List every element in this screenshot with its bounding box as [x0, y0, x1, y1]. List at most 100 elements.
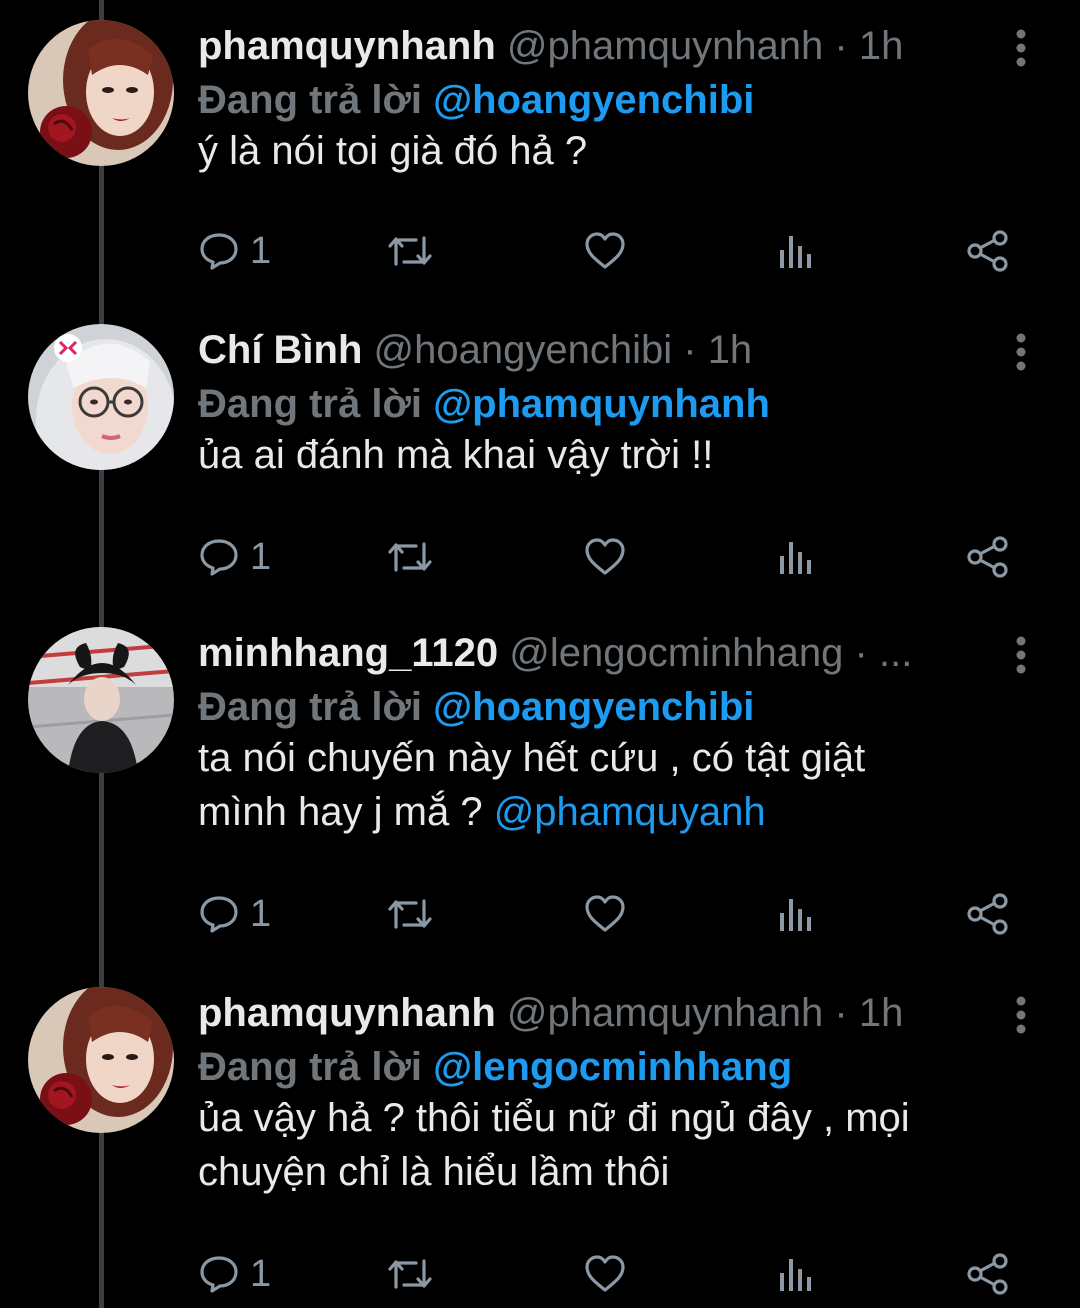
- avatar[interactable]: [28, 987, 174, 1133]
- tweet-header: phamquynhanh @phamquynhanh · 1h: [198, 989, 970, 1037]
- share-icon: [967, 536, 1008, 578]
- reply-icon: [200, 1256, 238, 1293]
- retweet-icon: [388, 542, 432, 572]
- share-button[interactable]: [966, 532, 1010, 582]
- views-icon: [780, 899, 811, 931]
- replying-to-link[interactable]: @hoangyenchibi: [433, 685, 754, 729]
- tweet-text-line: ta nói chuyến này hết cứu , có tật giật: [198, 736, 866, 780]
- replying-to: Đang trả lời @hoangyenchibi: [198, 683, 754, 731]
- views-icon: [780, 542, 811, 574]
- reply-count: 1: [250, 892, 272, 935]
- heart-icon: [585, 232, 625, 269]
- views-button[interactable]: [776, 1249, 816, 1299]
- tweet-header: minhhang_1120 @lengocminhhang · ...: [198, 629, 970, 677]
- like-button[interactable]: [583, 889, 627, 939]
- display-name[interactable]: phamquynhanh: [198, 991, 496, 1035]
- tweet[interactable]: Chí Bình @hoangyenchibi · 1h Đang trả lờ…: [0, 304, 1080, 604]
- avatar[interactable]: [28, 627, 174, 773]
- share-button[interactable]: [966, 889, 1010, 939]
- retweet-icon: [388, 236, 432, 266]
- share-icon: [967, 893, 1008, 935]
- views-button[interactable]: [776, 889, 816, 939]
- share-button[interactable]: [966, 1249, 1010, 1299]
- reply-icon: [200, 896, 238, 933]
- replying-to-link[interactable]: @hoangyenchibi: [433, 78, 754, 122]
- separator-dot: ·: [823, 24, 859, 68]
- replying-to-label: Đang trả lời: [198, 1045, 434, 1089]
- avatar[interactable]: [28, 20, 174, 166]
- reply-count: 1: [250, 229, 272, 272]
- retweet-button[interactable]: [386, 1249, 434, 1299]
- more-icon[interactable]: [1006, 635, 1036, 675]
- share-icon: [967, 230, 1008, 272]
- tweet-text: ủa vậy hả ? thôi tiểu nữ đi ngủ đây , mọ…: [198, 1091, 1000, 1199]
- tweet-text: ta nói chuyến này hết cứu , có tật giật …: [198, 731, 1000, 839]
- retweet-icon: [388, 1259, 432, 1289]
- action-bar: 1: [198, 226, 1018, 276]
- separator-dot: ·: [672, 328, 708, 372]
- retweet-button[interactable]: [386, 226, 434, 276]
- heart-icon: [585, 895, 625, 932]
- replying-to-label: Đang trả lời: [198, 382, 434, 426]
- reply-button[interactable]: 1: [198, 889, 271, 939]
- user-handle[interactable]: @hoangyenchibi: [374, 328, 673, 372]
- action-bar: 1: [198, 889, 1018, 939]
- tweet-text-segment: mình hay j mắ ?: [198, 790, 494, 834]
- reply-icon: [200, 539, 238, 576]
- timestamp[interactable]: 1h: [708, 328, 753, 372]
- tweet-text-line: ủa ai đánh mà khai vậy trời !!: [198, 433, 714, 477]
- replying-to-label: Đang trả lời: [198, 685, 434, 729]
- mention-link[interactable]: @phamquyanh: [494, 790, 766, 834]
- replying-to-link[interactable]: @lengocminhhang: [433, 1045, 792, 1089]
- more-icon[interactable]: [1006, 332, 1036, 372]
- heart-icon: [585, 1255, 625, 1292]
- like-button[interactable]: [583, 226, 627, 276]
- avatar[interactable]: [28, 324, 174, 470]
- views-button[interactable]: [776, 532, 816, 582]
- display-name[interactable]: minhhang_1120: [198, 631, 498, 675]
- tweet-text-line: ý là nói toi già đó hả ?: [198, 129, 588, 173]
- tweet-text: ý là nói toi già đó hả ?: [198, 124, 1000, 178]
- user-handle[interactable]: @lengocminhhang: [509, 631, 843, 675]
- tweet[interactable]: phamquynhanh @phamquynhanh · 1h Đang trả…: [0, 967, 1080, 1308]
- tweet-header: Chí Bình @hoangyenchibi · 1h: [198, 326, 970, 374]
- reply-button[interactable]: 1: [198, 1249, 271, 1299]
- share-button[interactable]: [966, 226, 1010, 276]
- share-icon: [967, 1253, 1008, 1295]
- replying-to: Đang trả lời @phamquynhanh: [198, 380, 770, 428]
- action-bar: 1: [198, 1249, 1018, 1299]
- user-handle[interactable]: @phamquynhanh: [507, 24, 823, 68]
- tweet-text-line: ủa vậy hả ? thôi tiểu nữ đi ngủ đây , mọ…: [198, 1096, 910, 1140]
- replying-to: Đang trả lời @lengocminhhang: [198, 1043, 792, 1091]
- views-icon: [780, 236, 811, 268]
- tweet[interactable]: phamquynhanh @phamquynhanh · 1h Đang trả…: [0, 0, 1080, 300]
- retweet-button[interactable]: [386, 889, 434, 939]
- like-button[interactable]: [583, 532, 627, 582]
- like-button[interactable]: [583, 1249, 627, 1299]
- timestamp[interactable]: 1h: [859, 24, 904, 68]
- views-button[interactable]: [776, 226, 816, 276]
- reply-button[interactable]: 1: [198, 226, 271, 276]
- reply-icon: [200, 233, 238, 270]
- more-icon[interactable]: [1006, 995, 1036, 1035]
- retweet-icon: [388, 899, 432, 929]
- tweet-text: ủa ai đánh mà khai vậy trời !!: [198, 428, 1000, 482]
- replying-to-link[interactable]: @phamquynhanh: [433, 382, 770, 426]
- separator-dot: · ...: [843, 631, 913, 675]
- tweet-text-line: mình hay j mắ ? @phamquyanh: [198, 785, 1000, 839]
- reply-count: 1: [250, 535, 272, 578]
- timestamp[interactable]: 1h: [859, 991, 904, 1035]
- reply-count: 1: [250, 1252, 272, 1295]
- display-name[interactable]: phamquynhanh: [198, 24, 496, 68]
- display-name[interactable]: Chí Bình: [198, 328, 362, 372]
- action-bar: 1: [198, 532, 1018, 582]
- more-icon[interactable]: [1006, 28, 1036, 68]
- replying-to: Đang trả lời @hoangyenchibi: [198, 76, 754, 124]
- tweet-text-line: chuyện chỉ là hiểu lầm thôi: [198, 1150, 670, 1194]
- reply-button[interactable]: 1: [198, 532, 271, 582]
- user-handle[interactable]: @phamquynhanh: [507, 991, 823, 1035]
- tweet[interactable]: minhhang_1120 @lengocminhhang · ... Đang…: [0, 607, 1080, 967]
- tweet-header: phamquynhanh @phamquynhanh · 1h: [198, 22, 970, 70]
- heart-icon: [585, 538, 625, 575]
- retweet-button[interactable]: [386, 532, 434, 582]
